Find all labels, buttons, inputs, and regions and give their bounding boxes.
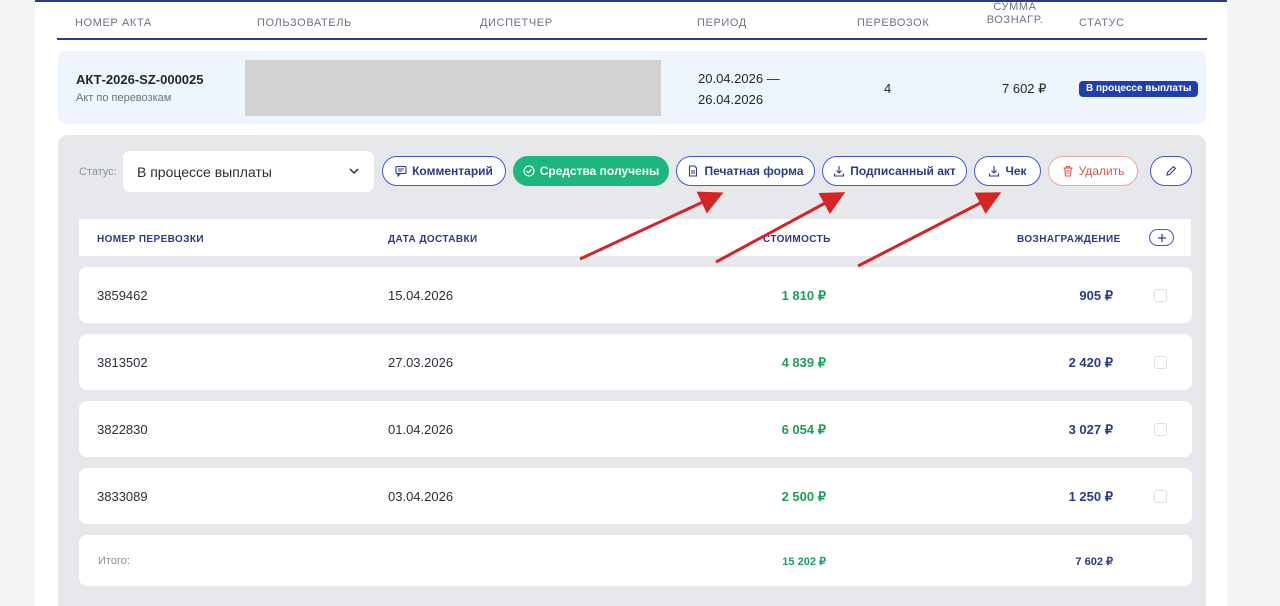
total-label: Итого: [98, 555, 130, 567]
print-form-button[interactable]: Печатная форма [676, 156, 815, 186]
col-user: ПОЛЬЗОВАТЕЛЬ [257, 17, 352, 29]
comment-icon [395, 165, 407, 177]
col-trips: ПЕРЕВОЗОК [857, 17, 930, 29]
cost-value: 1 810 ₽ [781, 288, 826, 303]
act-number: АКТ-2026-SZ-000025 [76, 72, 204, 87]
funds-received-label: Средства получены [539, 164, 660, 178]
row-checkbox[interactable] [1154, 490, 1167, 503]
signed-act-label: Подписанный акт [850, 164, 956, 178]
col-dispatcher: ДИСПЕТЧЕР [480, 17, 553, 29]
table-row[interactable]: 3859462 15.04.2026 1 810 ₽ 905 ₽ [79, 267, 1192, 323]
edit-button[interactable] [1150, 156, 1192, 186]
redacted-user-dispatcher [245, 60, 661, 116]
total-cost: 15 202 ₽ [782, 556, 826, 568]
period-end: 26.04.2026 [698, 92, 764, 107]
shipment-number: 3833089 [97, 489, 148, 504]
acts-table-header: НОМЕР АКТА ПОЛЬЗОВАТЕЛЬ ДИСПЕТЧЕР ПЕРИОД… [57, 0, 1207, 40]
col-reward: ВОЗНАГРАЖДЕНИЕ [1017, 234, 1121, 245]
row-checkbox[interactable] [1154, 356, 1167, 369]
reward-value: 3 027 ₽ [1068, 422, 1113, 437]
status-select-value: В процессе выплаты [137, 164, 272, 180]
reward-value: 905 ₽ [1079, 288, 1113, 303]
table-row[interactable]: 3822830 01.04.2026 6 054 ₽ 3 027 ₽ [79, 401, 1192, 457]
act-row[interactable]: АКТ-2026-SZ-000025 Акт по перевозкам 20.… [58, 51, 1206, 124]
download-icon [989, 166, 1000, 177]
delivery-date: 03.04.2026 [388, 489, 454, 504]
delivery-date: 15.04.2026 [388, 288, 454, 303]
col-delivery-date: ДАТА ДОСТАВКИ [388, 234, 478, 245]
delivery-date: 27.03.2026 [388, 355, 454, 370]
reward-value: 2 420 ₽ [1068, 355, 1113, 370]
total-reward: 7 602 ₽ [1075, 556, 1113, 568]
col-shipment-number: НОМЕР ПЕРЕВОЗКИ [97, 234, 204, 245]
print-form-label: Печатная форма [704, 164, 804, 178]
delivery-date: 01.04.2026 [388, 422, 454, 437]
download-icon [834, 166, 845, 177]
delete-label: Удалить [1078, 164, 1125, 178]
document-icon [689, 165, 698, 177]
cost-value: 2 500 ₽ [781, 489, 826, 504]
act-reward-sum: 7 602 ₽ [1002, 81, 1047, 96]
status-badge: В процессе выплаты [1079, 81, 1199, 97]
row-checkbox[interactable] [1154, 289, 1167, 302]
row-checkbox[interactable] [1154, 423, 1167, 436]
col-period: ПЕРИОД [697, 17, 747, 29]
chevron-down-icon [349, 168, 359, 175]
totals-row: Итого: 15 202 ₽ 7 602 ₽ [79, 535, 1192, 586]
act-period: 20.04.2026 — 26.04.2026 [698, 68, 808, 110]
cost-value: 6 054 ₽ [781, 422, 826, 437]
table-row[interactable]: 3813502 27.03.2026 4 839 ₽ 2 420 ₽ [79, 334, 1192, 390]
comment-button-label: Комментарий [412, 164, 493, 178]
act-details-panel: Статус: В процессе выплаты Комментарий С… [58, 135, 1206, 606]
plus-icon [1157, 233, 1166, 242]
period-start: 20.04.2026 — [698, 71, 780, 86]
receipt-button[interactable]: Чек [974, 156, 1041, 186]
col-status: СТАТУС [1079, 17, 1125, 29]
col-reward-sum: СУММА ВОЗНАГР. [986, 1, 1044, 26]
col-act-number: НОМЕР АКТА [75, 17, 152, 29]
cost-value: 4 839 ₽ [781, 355, 826, 370]
table-row[interactable]: 3833089 03.04.2026 2 500 ₽ 1 250 ₽ [79, 468, 1192, 524]
shipment-number: 3813502 [97, 355, 148, 370]
status-select[interactable]: В процессе выплаты [122, 150, 375, 193]
funds-received-button[interactable]: Средства получены [513, 156, 669, 186]
col-cost: СТОИМОСТЬ [763, 234, 831, 245]
add-shipment-button[interactable] [1149, 229, 1174, 246]
act-trips-count: 4 [884, 81, 892, 96]
shipments-header: НОМЕР ПЕРЕВОЗКИ ДАТА ДОСТАВКИ СТОИМОСТЬ … [79, 219, 1191, 256]
trash-icon [1063, 165, 1073, 177]
shipment-number: 3822830 [97, 422, 148, 437]
act-subtitle: Акт по перевозкам [76, 92, 172, 104]
receipt-label: Чек [1005, 164, 1027, 178]
shipment-number: 3859462 [97, 288, 148, 303]
check-circle-icon [523, 165, 535, 177]
pencil-icon [1166, 165, 1177, 176]
delete-button[interactable]: Удалить [1048, 156, 1138, 186]
comment-button[interactable]: Комментарий [382, 156, 506, 186]
reward-value: 1 250 ₽ [1068, 489, 1113, 504]
status-label: Статус: [79, 166, 117, 178]
signed-act-button[interactable]: Подписанный акт [822, 156, 967, 186]
